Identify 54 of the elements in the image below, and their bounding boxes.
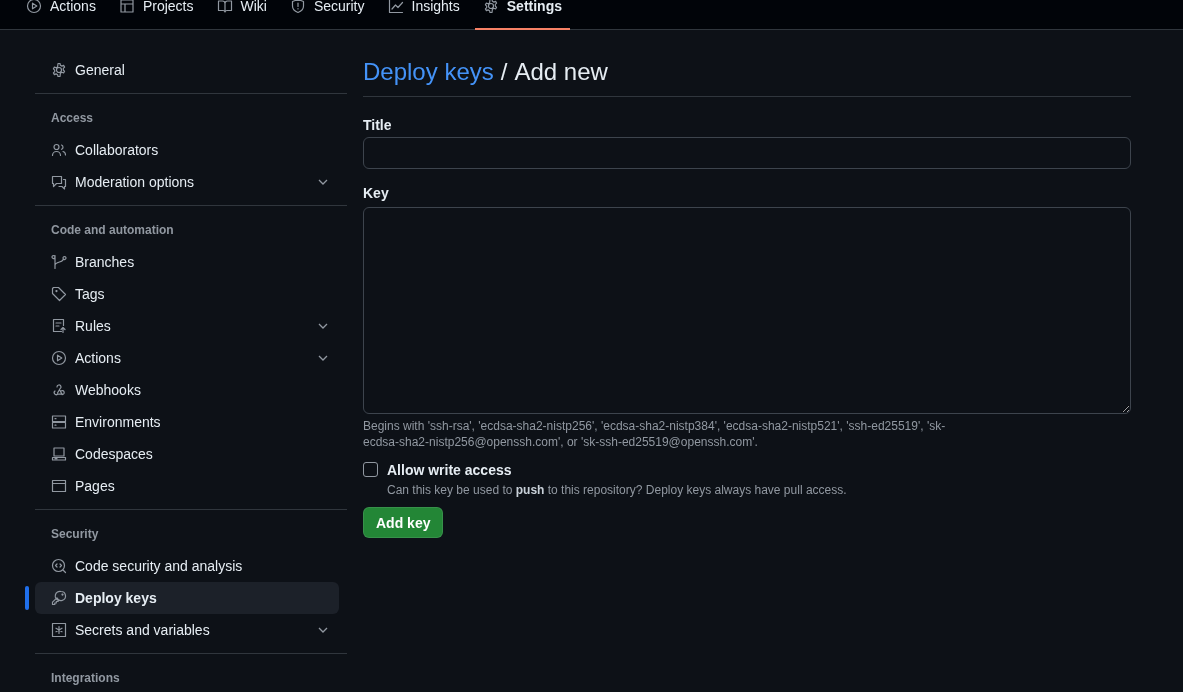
checkbox-label: Allow write access xyxy=(387,461,513,480)
add-key-button[interactable]: Add key xyxy=(363,507,444,538)
nav-tab[interactable]: Projects xyxy=(110,0,202,30)
page-title: Add new xyxy=(514,57,608,87)
sidebar-item[interactable]: Branches xyxy=(35,246,347,278)
settings-icon xyxy=(51,62,67,78)
rules-icon xyxy=(51,318,67,334)
book-icon xyxy=(216,0,233,14)
nav-tab[interactable]: Insights xyxy=(379,0,468,30)
line-graph-icon xyxy=(387,0,404,14)
table-icon xyxy=(118,0,135,14)
sidebar-item[interactable]: Webhooks xyxy=(35,374,347,406)
tag-icon xyxy=(51,286,67,302)
sidebar-item[interactable]: Codespaces xyxy=(35,438,347,470)
laptop-icon xyxy=(51,446,67,462)
nav-tab[interactable]: Security xyxy=(281,0,373,30)
sidebar-item[interactable]: Pages xyxy=(35,470,347,502)
server-icon xyxy=(51,414,67,430)
browser-window-icon xyxy=(51,478,67,494)
comment-icon xyxy=(51,174,67,190)
settings-icon xyxy=(482,0,499,14)
key-format-hint: Begins with 'ssh-rsa', 'ecdsa-sha2-nistp256', 'ecdsa-sha2-nistp384', 'ecdsa-sha2-nistp521', 'ssh-ed25519', 'sk-ecdsa-sha2-nistp256@openssh.com', or 'sk-ssh-ed25519@openssh.com'. xyxy=(363,418,947,450)
breadcrumb-link[interactable]: Deploy keys xyxy=(363,54,494,90)
sidebar-item[interactable]: Secrets and variables xyxy=(35,614,347,646)
sidebar-section-heading: Code and automation xyxy=(50,222,175,238)
sidebar-item[interactable]: General xyxy=(35,54,347,86)
field-label: Key xyxy=(363,184,389,203)
sidebar-section-heading: Access xyxy=(50,110,95,126)
sidebar-section-heading: Security xyxy=(50,526,100,542)
people-icon xyxy=(51,142,67,158)
sidebar-item[interactable]: Actions xyxy=(35,342,347,374)
write-access-checkbox[interactable] xyxy=(363,462,378,477)
breadcrumb-separator: / xyxy=(500,57,508,87)
shield-icon xyxy=(289,0,306,14)
sidebar-item[interactable]: Moderation options xyxy=(35,166,347,198)
sidebar-item[interactable]: Rules xyxy=(35,310,347,342)
nav-tab[interactable]: Actions xyxy=(18,0,104,30)
asterisk-icon xyxy=(51,622,67,638)
sidebar-item[interactable]: Code security and analysis xyxy=(35,550,347,582)
sidebar-item[interactable]: Environments xyxy=(35,406,347,438)
title-input-field[interactable] xyxy=(363,137,1131,169)
checkbox-description: Can this key be used to push to this repository? Deploy keys always have pull access. xyxy=(387,482,847,499)
nav-tab[interactable]: Settings xyxy=(474,0,570,30)
branch-icon xyxy=(51,254,67,270)
webhook-icon xyxy=(51,382,67,398)
nav-tab[interactable]: Wiki xyxy=(208,0,275,30)
selection-indicator xyxy=(25,586,29,610)
sidebar-section-heading: Integrations xyxy=(50,670,121,686)
field-label: Title xyxy=(363,116,392,135)
sidebar-item[interactable]: Collaborators xyxy=(35,134,347,166)
code-scan-icon xyxy=(51,558,67,574)
sidebar-item[interactable]: Tags xyxy=(35,278,347,310)
key-icon xyxy=(51,590,67,606)
key-text-area[interactable] xyxy=(363,207,1131,414)
